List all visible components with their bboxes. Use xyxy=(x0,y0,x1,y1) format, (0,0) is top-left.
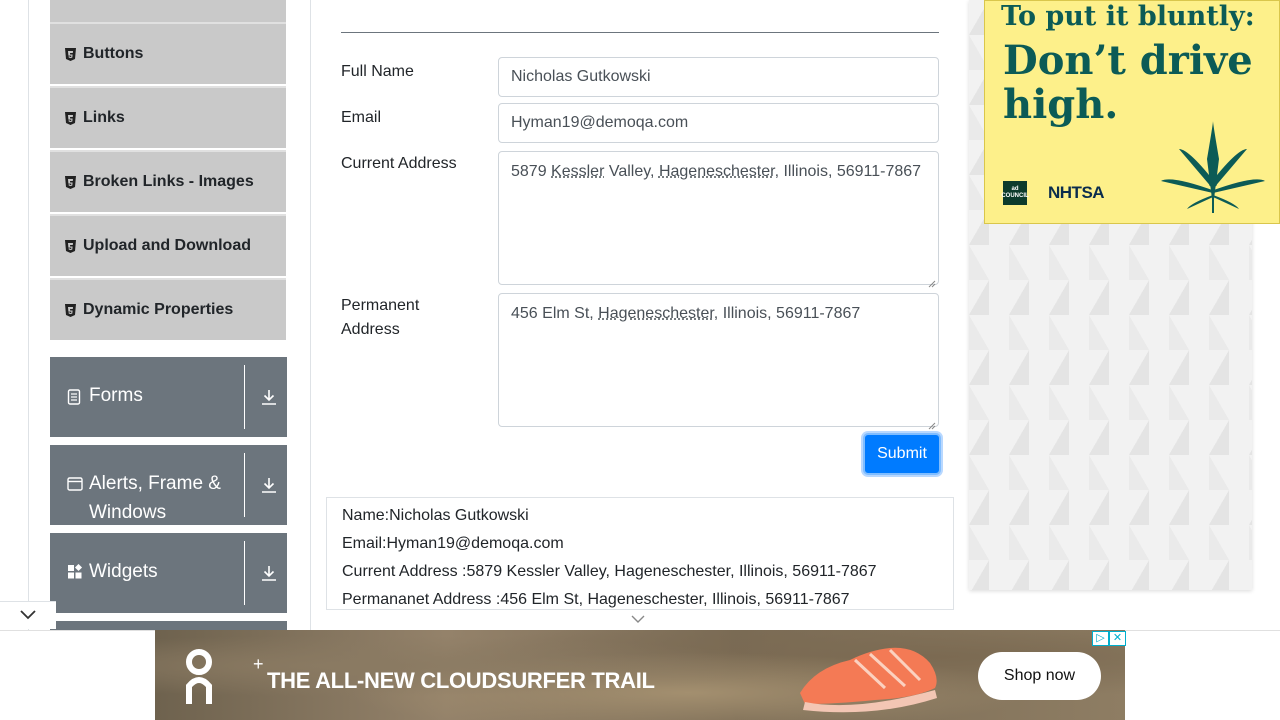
sidebar-item-broken-links[interactable]: Broken Links - Images xyxy=(50,150,286,212)
window-icon xyxy=(67,476,83,492)
address-text: , Illinois, 56911-7867 xyxy=(713,305,861,322)
download-icon[interactable] xyxy=(260,388,278,406)
sidebar-group-label: Alerts, Frame & Windows xyxy=(89,473,221,523)
spellcheck-word: Kessler xyxy=(551,163,605,180)
download-icon[interactable] xyxy=(260,564,278,582)
download-icon[interactable] xyxy=(260,476,278,494)
sidebar-item-label: Broken Links - Images xyxy=(83,173,254,190)
sidebar-item-label: Upload and Download xyxy=(83,237,251,254)
html5-icon xyxy=(64,175,76,189)
output-permanent-address: Permananet Address :456 Elm St, Hagenesc… xyxy=(342,591,850,608)
chevron-down-icon[interactable] xyxy=(630,612,646,624)
document-icon xyxy=(67,389,83,405)
left-border xyxy=(28,0,29,630)
cannabis-leaf-icon xyxy=(1159,119,1267,214)
sidebar-item-label: Dynamic Properties xyxy=(83,301,234,318)
widgets-icon xyxy=(67,563,83,580)
sidebar-group-alerts[interactable]: Alerts, Frame & Windows xyxy=(50,445,287,525)
main-border xyxy=(310,0,311,630)
email-input[interactable]: Hyman19@demoqa.com xyxy=(498,103,939,143)
address-text: Valley, xyxy=(604,163,659,180)
output-current-address: Current Address :5879 Kessler Valley, Ha… xyxy=(342,563,877,580)
ad-headline: To put it bluntly: xyxy=(1001,1,1255,32)
nhtsa-logo: NHTSA xyxy=(1048,183,1105,202)
right-ad-banner[interactable]: To put it bluntly: Don’t drive high. ad C… xyxy=(984,0,1280,224)
resize-handle-icon[interactable] xyxy=(928,416,936,430)
on-brand-logo xyxy=(183,646,215,706)
spellcheck-word: Hageneschester xyxy=(658,163,775,180)
address-text: 456 Elm St, xyxy=(511,305,599,322)
sidebar-group-label: Forms xyxy=(89,385,143,406)
page: Buttons Links Broken Links - Images Uplo… xyxy=(0,0,1280,720)
output-name: Name:Nicholas Gutkowski xyxy=(342,507,529,524)
resize-handle-icon[interactable] xyxy=(928,274,936,288)
sidebar-item-buttons[interactable]: Buttons xyxy=(50,22,286,84)
bottom-ad-banner[interactable]: + THE ALL-NEW CLOUDSURFER TRAIL Shop now xyxy=(155,630,1125,720)
chevron-down-icon xyxy=(20,607,36,625)
sidebar-group-label: Widgets xyxy=(89,561,158,582)
shoe-image xyxy=(795,638,945,718)
sidebar-item-label: Buttons xyxy=(83,45,144,62)
sidebar-item-dynamic-properties[interactable]: Dynamic Properties xyxy=(50,278,286,340)
plus-icon: + xyxy=(253,654,264,674)
address-text: , Illinois, 56911-7867 xyxy=(774,163,922,180)
full-name-input[interactable]: Nicholas Gutkowski xyxy=(498,57,939,97)
submit-button[interactable]: Submit xyxy=(863,433,941,475)
address-text: 5879 xyxy=(511,163,552,180)
html5-icon xyxy=(64,111,76,125)
sidebar-group-forms[interactable]: Forms xyxy=(50,357,287,437)
current-address-label: Current Address xyxy=(341,155,457,172)
sidebar-item-label: Links xyxy=(83,109,125,126)
group-divider xyxy=(244,453,245,517)
html5-icon xyxy=(64,239,76,253)
shop-now-button[interactable]: Shop now xyxy=(978,652,1101,700)
permanent-address-textarea[interactable]: 456 Elm St, Hageneschester, Illinois, 56… xyxy=(498,293,939,430)
ad-choices[interactable]: ▷ ✕ xyxy=(1092,631,1126,646)
close-icon[interactable]: ✕ xyxy=(1109,631,1126,646)
permanent-address-label: Permanent Address xyxy=(341,297,420,338)
email-label: Email xyxy=(341,109,382,126)
html5-icon xyxy=(64,303,76,317)
ad-headline: THE ALL-NEW CLOUDSURFER TRAIL xyxy=(267,668,655,693)
sidebar-item-links[interactable]: Links xyxy=(50,86,286,148)
sidebar-item-partial[interactable] xyxy=(50,0,286,22)
ad-subheadline: Don’t drive high. xyxy=(1003,37,1253,128)
group-divider xyxy=(244,365,245,429)
spellcheck-word: Hageneschester xyxy=(598,305,714,322)
sidebar-item-upload-download[interactable]: Upload and Download xyxy=(50,214,286,276)
collapse-toggle[interactable] xyxy=(0,601,56,629)
ad-info-icon[interactable]: ▷ xyxy=(1092,631,1109,646)
group-divider xyxy=(244,541,245,605)
current-address-textarea[interactable]: 5879 Kessler Valley, Hageneschester, Ill… xyxy=(498,151,939,288)
sidebar-group-widgets[interactable]: Widgets xyxy=(50,533,287,613)
ad-council-logo: ad COUNCIL xyxy=(1001,181,1029,205)
header-divider xyxy=(341,32,939,33)
output-panel: Name:Nicholas Gutkowski Email:Hyman19@de… xyxy=(326,497,954,610)
full-name-label: Full Name xyxy=(341,63,414,80)
output-email: Email:Hyman19@demoqa.com xyxy=(342,535,564,552)
html5-icon xyxy=(64,47,76,61)
